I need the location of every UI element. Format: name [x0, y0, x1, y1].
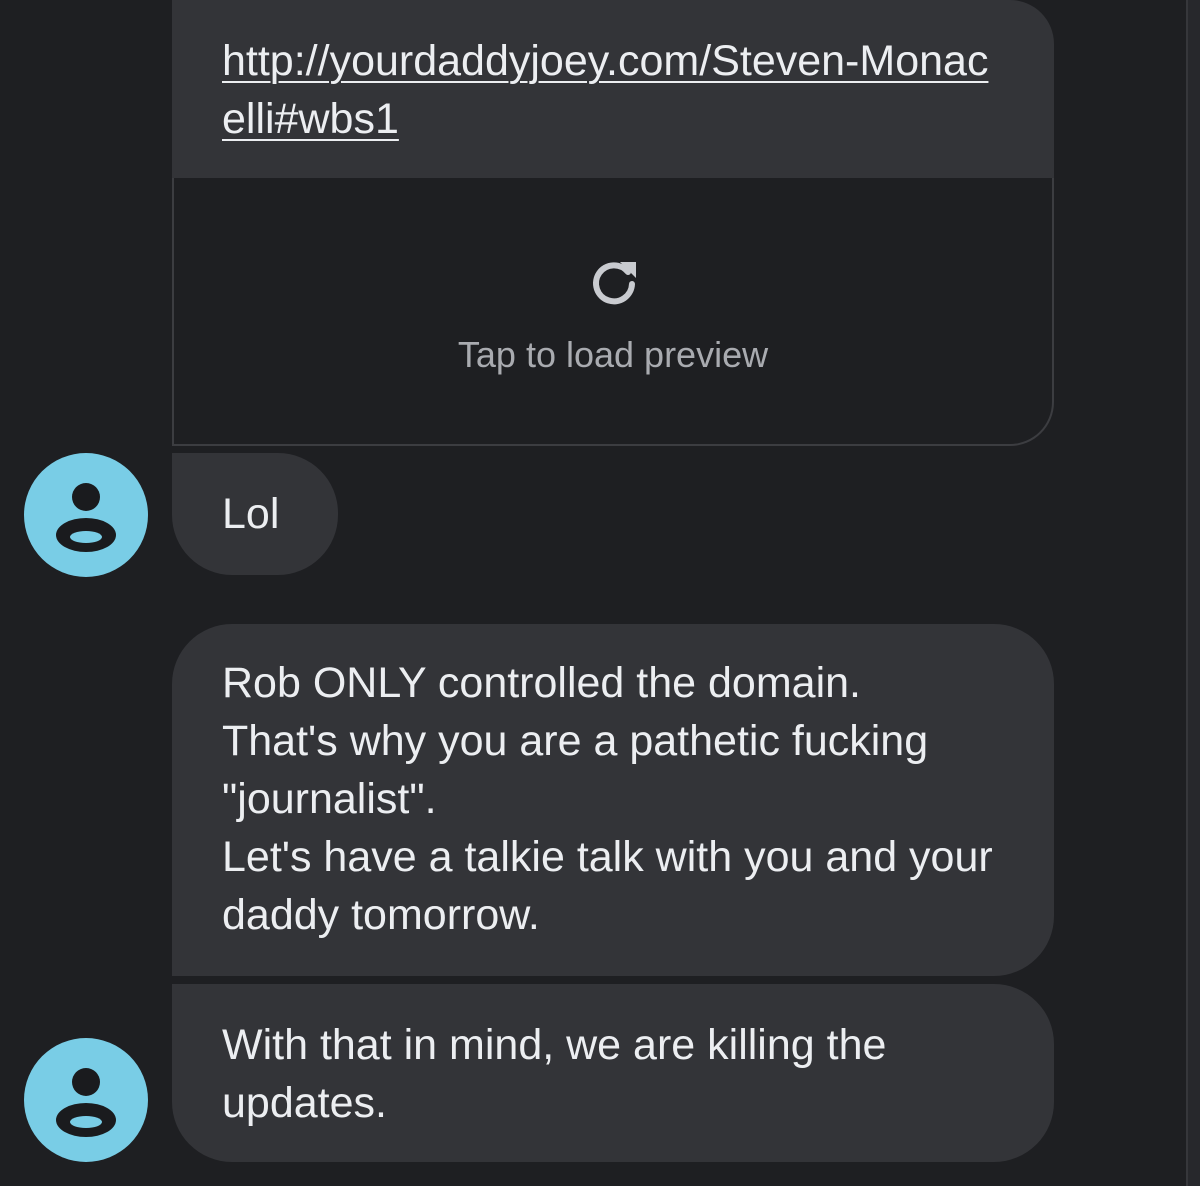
contact-avatar[interactable]	[24, 453, 148, 577]
message-link[interactable]: http://yourdaddyjoey.com/Steven-Monacell…	[222, 32, 1012, 148]
message-bubble[interactable]: Rob ONLY controlled the domain. That's w…	[172, 624, 1054, 976]
message-bubble[interactable]: Lol	[172, 453, 338, 575]
reload-icon	[593, 262, 636, 305]
message-text: Rob ONLY controlled the domain. That's w…	[222, 659, 993, 939]
preview-label: Tap to load preview	[457, 334, 769, 375]
person-icon	[56, 483, 116, 552]
right-edge-divider	[1186, 0, 1200, 1186]
message-text: Lol	[222, 490, 280, 538]
message-bubble[interactable]: With that in mind, we are killing the up…	[172, 984, 1054, 1162]
link-message-bubble[interactable]: http://yourdaddyjoey.com/Steven-Monacell…	[172, 0, 1054, 446]
message-text: With that in mind, we are killing the up…	[222, 1021, 899, 1127]
person-icon	[56, 1068, 116, 1137]
link-url-area: http://yourdaddyjoey.com/Steven-Monacell…	[172, 0, 1054, 178]
link-preview-card[interactable]: Tap to load preview	[172, 178, 1054, 446]
contact-avatar[interactable]	[24, 1038, 148, 1162]
